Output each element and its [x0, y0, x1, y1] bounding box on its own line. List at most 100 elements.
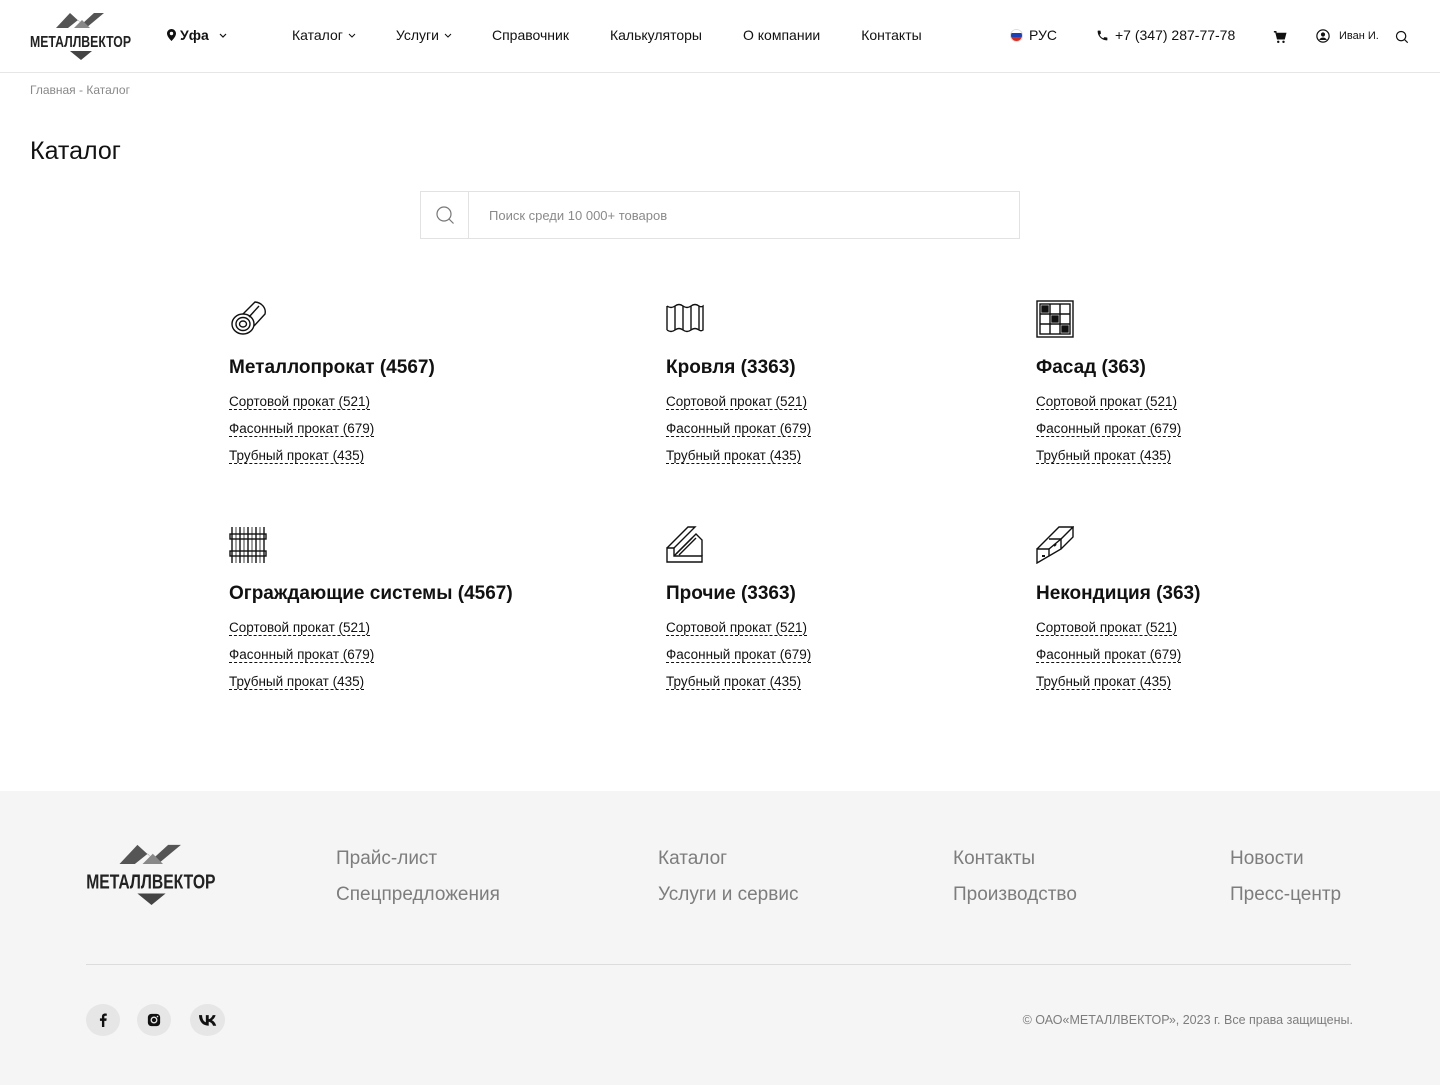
nav-item-label: Калькуляторы: [609, 27, 702, 43]
location-pin-icon: [167, 29, 176, 41]
user-account[interactable]: Иван И.: [1316, 29, 1379, 43]
category-card: Металлопрокат (4567) Сортовой прокат (52…: [229, 300, 435, 474]
subcategory-link[interactable]: Сортовой прокат (521): [1036, 394, 1178, 410]
vk-icon: [198, 1014, 216, 1026]
footer-column: Прайс-лист Спецпредложения: [336, 848, 500, 920]
footer-link-pricelist[interactable]: Прайс-лист: [336, 848, 500, 870]
angle-profile-icon: [666, 526, 703, 563]
language-label: РУС: [1029, 27, 1058, 43]
subcategory-link[interactable]: Фасонный прокат (679): [1036, 421, 1182, 437]
roof-sheet-icon: [666, 303, 704, 333]
facebook-button[interactable]: [86, 1004, 120, 1036]
nav-item-label: Контакты: [861, 27, 922, 43]
category-title[interactable]: Прочие (3363): [666, 583, 811, 605]
copyright-text: © ОАО«МЕТАЛЛВЕКТОР», 2023 г. Все права з…: [1022, 1013, 1353, 1027]
category-card: Кровля (3363) Сортовой прокат (521) Фасо…: [666, 300, 812, 474]
category-title[interactable]: Некондиция (363): [1036, 583, 1200, 605]
breadcrumb-current: Каталог: [86, 83, 130, 97]
footer-link-catalog[interactable]: Каталог: [658, 848, 798, 870]
category-title[interactable]: Фасад (363): [1036, 357, 1181, 379]
footer-link-press-center[interactable]: Пресс-центр: [1230, 884, 1341, 906]
subcategory-link[interactable]: Фасонный прокат (679): [1036, 647, 1182, 663]
phone-number: +7 (347) 287-77-78: [1115, 27, 1236, 43]
instagram-icon: [147, 1013, 161, 1027]
footer-column: Каталог Услуги и сервис: [658, 848, 798, 920]
main-nav: Каталог Услуги Справочник Калькуляторы О…: [292, 27, 922, 43]
search-icon[interactable]: [1395, 30, 1409, 44]
nav-item-about[interactable]: О компании: [743, 27, 820, 43]
footer-logo-text: МЕТАЛЛВЕКТОР: [86, 870, 215, 893]
subcategory-link[interactable]: Фасонный прокат (679): [229, 421, 375, 437]
subcategory-link[interactable]: Сортовой прокат (521): [666, 620, 808, 636]
cart-icon[interactable]: [1273, 30, 1287, 44]
category-title[interactable]: Металлопрокат (4567): [229, 357, 435, 379]
footer-logo[interactable]: МЕТАЛЛВЕКТОР: [86, 841, 217, 905]
chevron-down-icon: [444, 33, 452, 38]
category-title[interactable]: Ограждающие системы (4567): [229, 583, 513, 605]
city-label: Уфа: [180, 27, 209, 43]
subcategory-link[interactable]: Трубный прокат (435): [1036, 448, 1172, 464]
category-card: Фасад (363) Сортовой прокат (521) Фасонн…: [1036, 300, 1182, 474]
catalog-search: [420, 191, 1020, 239]
footer-column: Новости Пресс-центр: [1230, 848, 1341, 920]
vk-button[interactable]: [190, 1004, 225, 1036]
chevron-down-icon: [348, 33, 356, 38]
instagram-button[interactable]: [137, 1004, 171, 1036]
i-beam-icon: [1036, 526, 1074, 564]
search-input[interactable]: [469, 192, 1019, 238]
subcategory-link[interactable]: Сортовой прокат (521): [666, 394, 808, 410]
chevron-down-icon: [219, 33, 227, 38]
subcategory-link[interactable]: Трубный прокат (435): [229, 674, 365, 690]
nav-item-contacts[interactable]: Контакты: [861, 27, 921, 43]
footer-link-special-offers[interactable]: Спецпредложения: [336, 884, 500, 906]
breadcrumb-separator: -: [75, 83, 87, 97]
footer-link-production[interactable]: Производство: [953, 884, 1077, 906]
nav-item-label: Каталог: [292, 27, 343, 43]
subcategory-link[interactable]: Сортовой прокат (521): [229, 620, 371, 636]
footer-link-news[interactable]: Новости: [1230, 848, 1341, 870]
phone-icon: [1097, 30, 1108, 40]
subcategory-link[interactable]: Трубный прокат (435): [666, 674, 802, 690]
city-selector[interactable]: Уфа: [167, 27, 227, 43]
russia-flag-icon: [1010, 28, 1023, 42]
facebook-icon: [99, 1013, 107, 1027]
search-button[interactable]: [421, 192, 469, 238]
nav-item-label: Справочник: [491, 27, 569, 43]
footer-column: Контакты Производство: [953, 848, 1077, 920]
nav-item-services[interactable]: Услуги: [396, 27, 452, 43]
category-card: Некондиция (363) Сортовой прокат (521) Ф…: [1036, 526, 1200, 700]
footer-divider: [86, 964, 1351, 965]
footer-link-contacts[interactable]: Контакты: [953, 848, 1077, 870]
footer-logo-graphic: МЕТАЛЛВЕКТОР: [86, 844, 216, 905]
category-card: Прочие (3363) Сортовой прокат (521) Фасо…: [666, 526, 812, 700]
subcategory-link[interactable]: Фасонный прокат (679): [666, 421, 812, 437]
category-card: Ограждающие системы (4567) Сортовой прок…: [229, 526, 513, 700]
user-icon: [1316, 29, 1330, 43]
subcategory-link[interactable]: Трубный прокат (435): [1036, 674, 1172, 690]
category-title[interactable]: Кровля (3363): [666, 357, 811, 379]
nav-item-calculators[interactable]: Калькуляторы: [610, 27, 702, 43]
page-title: Каталог: [30, 137, 121, 165]
phone-link[interactable]: +7 (347) 287-77-78: [1096, 27, 1235, 43]
subcategory-link[interactable]: Сортовой прокат (521): [1036, 620, 1178, 636]
nav-item-label: О компании: [743, 27, 821, 43]
search-icon: [435, 206, 454, 224]
logo-text: МЕТАЛЛВЕКТОР: [30, 34, 131, 51]
pipe-rolls-icon: [231, 301, 266, 335]
footer-link-services[interactable]: Услуги и сервис: [658, 884, 798, 906]
breadcrumb-home[interactable]: Главная: [30, 83, 76, 97]
nav-item-catalog[interactable]: Каталог: [292, 27, 356, 43]
breadcrumb: Главная - Каталог: [30, 83, 130, 97]
subcategory-link[interactable]: Фасонный прокат (679): [229, 647, 375, 663]
site-logo[interactable]: МЕТАЛЛВЕКТОР: [30, 10, 132, 60]
nav-item-reference[interactable]: Справочник: [492, 27, 569, 43]
subcategory-link[interactable]: Сортовой прокат (521): [229, 394, 371, 410]
language-selector[interactable]: РУС: [1010, 27, 1057, 43]
nav-item-label: Услуги: [395, 27, 439, 43]
site-footer: МЕТАЛЛВЕКТОР Прайс-лист Спецпредложения …: [0, 791, 1440, 1085]
subcategory-link[interactable]: Трубный прокат (435): [666, 448, 802, 464]
subcategory-link[interactable]: Трубный прокат (435): [229, 448, 365, 464]
fence-icon: [229, 527, 267, 563]
site-header: МЕТАЛЛВЕКТОР Уфа Каталог Услуги Справочн…: [0, 0, 1440, 73]
subcategory-link[interactable]: Фасонный прокат (679): [666, 647, 812, 663]
